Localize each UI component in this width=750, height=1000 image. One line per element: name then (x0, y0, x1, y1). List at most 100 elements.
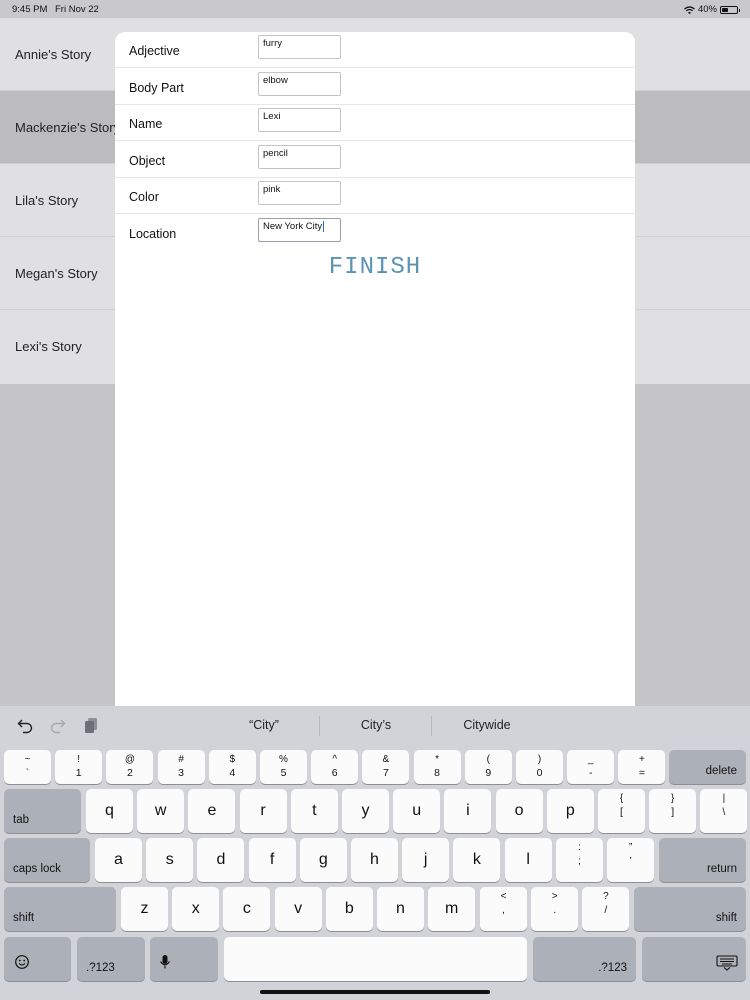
key-a[interactable]: a (95, 838, 142, 882)
key-symbol-z-0[interactable]: <, (480, 887, 527, 931)
status-date: Fri Nov 22 (55, 4, 99, 15)
key-shift-label: ~ (24, 754, 31, 765)
key-number-6[interactable]: ^ 6 (311, 750, 359, 784)
key-label: , (502, 904, 505, 916)
key-p[interactable]: p (546, 789, 594, 833)
suggestion-divider (319, 716, 320, 736)
key-label: shift (715, 912, 737, 924)
key-label: b (344, 900, 354, 917)
keyboard-dismiss-key[interactable] (642, 937, 746, 981)
key-symbol-q-1[interactable]: }] (649, 789, 697, 833)
key-number-12[interactable]: + = (618, 750, 666, 784)
key-label: return (706, 863, 737, 875)
key-t[interactable]: t (290, 789, 338, 833)
key-label: ’ (629, 855, 632, 867)
body-part-input[interactable]: elbow (258, 72, 341, 96)
key-i[interactable]: i (444, 789, 492, 833)
return-key[interactable]: return (659, 838, 746, 882)
key-label: g (318, 851, 328, 868)
key-symbol-a-0[interactable]: :; (556, 838, 603, 882)
key-symbol-q-0[interactable]: {[ (598, 789, 645, 833)
key-e[interactable]: e (188, 789, 236, 833)
finish-button[interactable]: FINISH (115, 254, 635, 281)
key-shift-label: < (500, 891, 507, 902)
key-q[interactable]: q (86, 789, 133, 833)
key-b[interactable]: b (325, 887, 373, 931)
key-number-11[interactable]: _ - (567, 750, 615, 784)
key-number-1[interactable]: ! 1 (55, 750, 103, 784)
key-r[interactable]: r (239, 789, 287, 833)
key-label: ` (25, 767, 30, 779)
caps-lock-key[interactable]: caps lock (4, 838, 90, 882)
numbers-key-right[interactable]: .?123 (533, 937, 636, 981)
key-symbol-a-1[interactable]: ”’ (607, 838, 655, 882)
location-input[interactable]: New York City (258, 218, 341, 242)
key-d[interactable]: d (197, 838, 245, 882)
key-symbol-z-1[interactable]: >. (531, 887, 579, 931)
key-number-8[interactable]: * 8 (413, 750, 461, 784)
key-g[interactable]: g (299, 838, 347, 882)
key-number-10[interactable]: ) 0 (516, 750, 563, 784)
key-label: w (154, 802, 167, 819)
color-input[interactable]: pink (258, 181, 341, 205)
key-shift-label: ( (486, 754, 490, 765)
emoji-key[interactable] (4, 937, 71, 981)
key-k[interactable]: k (453, 838, 501, 882)
suggestion-2[interactable]: City’s (326, 718, 426, 732)
key-x[interactable]: x (172, 887, 220, 931)
key-j[interactable]: j (402, 838, 450, 882)
key-label: y (361, 802, 370, 819)
key-h[interactable]: h (351, 838, 398, 882)
key-label: - (588, 767, 593, 779)
key-s[interactable]: s (146, 838, 194, 882)
key-shift-label: { (619, 793, 624, 804)
key-z[interactable]: z (121, 887, 168, 931)
field-label: Adjective (129, 44, 180, 58)
tab-key[interactable]: tab (4, 789, 81, 833)
adjective-input[interactable]: furry (258, 35, 341, 59)
key-label: 3 (178, 767, 185, 779)
key-symbol-z-2[interactable]: ? / (582, 887, 630, 931)
key-number-3[interactable]: #3 (157, 750, 205, 784)
key-label: q (105, 802, 114, 819)
shift-key-right[interactable]: shift (634, 887, 746, 931)
key-w[interactable]: w (137, 789, 185, 833)
key-shift-label: # (178, 754, 184, 765)
numbers-key-left[interactable]: .?123 (77, 937, 145, 981)
key-label: 9 (485, 767, 492, 779)
suggestion-3[interactable]: Citywide (437, 718, 537, 732)
delete-key[interactable]: delete (669, 750, 746, 784)
field-row-color: Color pink (115, 178, 635, 214)
dictation-key[interactable] (150, 937, 218, 981)
redo-icon[interactable] (48, 716, 68, 736)
key-number-4[interactable]: $4 (208, 750, 256, 784)
key-label: t (312, 802, 317, 819)
field-row-body-part: Body Part elbow (115, 69, 635, 105)
paste-icon[interactable] (81, 716, 101, 736)
suggestion-1[interactable]: “City” (214, 718, 314, 732)
key-label: f (269, 851, 275, 868)
key-number-5[interactable]: % 5 (260, 750, 307, 784)
key-f[interactable]: f (248, 838, 296, 882)
key-m[interactable]: m (428, 887, 476, 931)
name-input[interactable]: Lexi (258, 108, 341, 132)
key-number-7[interactable]: & 7 (362, 750, 410, 784)
key-label: o (514, 802, 524, 819)
key-symbol-q-2[interactable]: | \ (700, 789, 748, 833)
key-number-9[interactable]: (9 (464, 750, 512, 784)
key-y[interactable]: y (342, 789, 389, 833)
key-o[interactable]: o (495, 789, 543, 833)
key-c[interactable]: c (223, 887, 271, 931)
key-u[interactable]: u (393, 789, 441, 833)
space-bar[interactable] (224, 937, 527, 981)
key-number-0[interactable]: ~ ` (4, 750, 51, 784)
text-caret (323, 221, 325, 232)
object-input[interactable]: pencil (258, 145, 341, 169)
key-l[interactable]: l (504, 838, 552, 882)
key-n[interactable]: n (377, 887, 424, 931)
key-number-2[interactable]: @2 (106, 750, 154, 784)
shift-key-left[interactable]: shift (4, 887, 116, 931)
key-v[interactable]: v (274, 887, 322, 931)
key-shift-label: @ (124, 754, 135, 765)
undo-icon[interactable] (15, 716, 35, 736)
